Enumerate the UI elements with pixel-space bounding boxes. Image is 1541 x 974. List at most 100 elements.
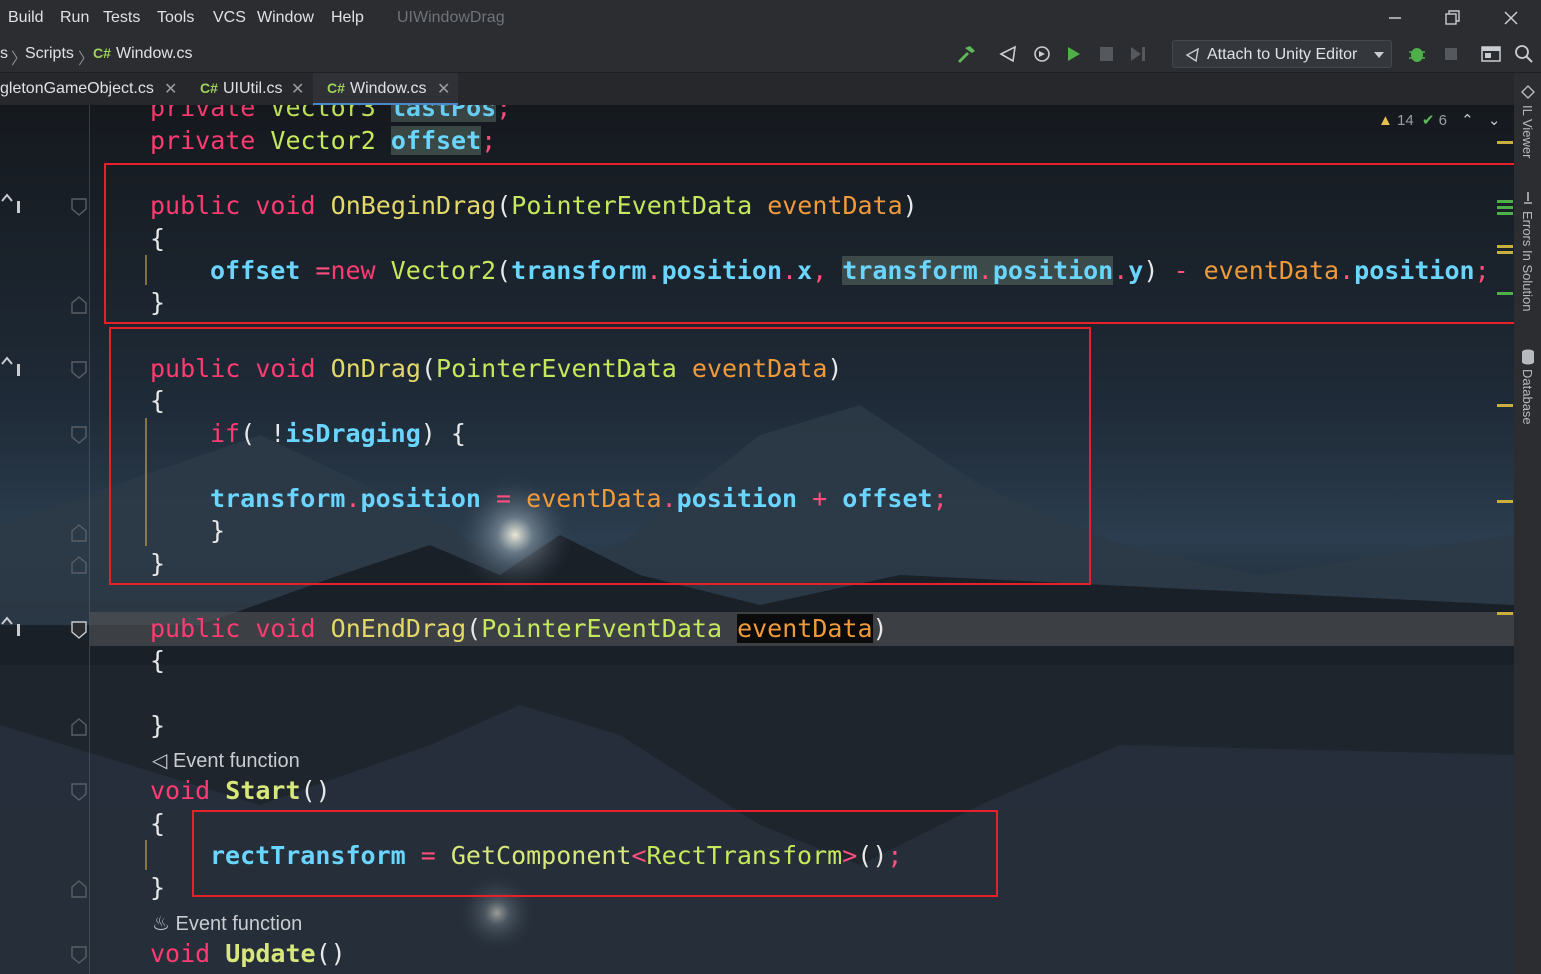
close-icon[interactable] <box>1501 8 1521 28</box>
chevron-down-icon[interactable]: ⌄ <box>1488 112 1501 129</box>
tab-close-icon[interactable]: ✕ <box>164 79 177 99</box>
chevron-down-icon <box>1374 52 1384 58</box>
fold-open-icon[interactable] <box>70 425 88 445</box>
menu-vcs[interactable]: VCS <box>213 9 246 27</box>
build-hammer-icon[interactable] <box>955 44 977 64</box>
stripe-mark[interactable] <box>1497 292 1513 295</box>
code-brace: { <box>150 646 166 675</box>
unity-event-icon: ◁ <box>152 750 168 772</box>
il-viewer-tool[interactable]: IL Viewer <box>1520 105 1535 158</box>
stripe-mark[interactable] <box>1497 404 1513 407</box>
breadcrumb-prefix[interactable]: s <box>0 45 8 63</box>
fold-open-icon[interactable] <box>70 620 88 640</box>
event-function-hint[interactable]: ◁ Event function <box>152 748 300 773</box>
errors-icon <box>1524 192 1532 204</box>
attach-to-unity-dropdown[interactable]: Attach to Unity Editor <box>1172 40 1392 68</box>
annotation-box-start <box>192 810 998 897</box>
check-icon: ✔ <box>1421 112 1435 129</box>
menu-tests[interactable]: Tests <box>103 9 140 27</box>
breadcrumb-separator: 〉 <box>78 51 95 68</box>
refresh-unity-icon[interactable] <box>1031 44 1053 64</box>
layout-icon[interactable] <box>1480 44 1502 64</box>
fold-close-icon[interactable] <box>70 295 88 315</box>
annotation-box-ondrag <box>109 327 1091 585</box>
menu-build[interactable]: Build <box>8 9 44 27</box>
unity-icon[interactable] <box>998 44 1020 64</box>
indent-guide <box>145 840 147 870</box>
right-tool-strip: IL Viewer Errors In Solution Database <box>1514 73 1541 974</box>
debug-bug-icon[interactable] <box>1406 44 1428 64</box>
csharp-file-icon: C# <box>93 45 111 61</box>
code-brace: } <box>150 711 166 740</box>
stop-debug-icon[interactable] <box>1440 44 1462 64</box>
database-tool[interactable]: Database <box>1520 369 1535 425</box>
fold-close-icon[interactable] <box>70 717 88 737</box>
code-line-update-signature: void Update() <box>150 939 346 968</box>
stripe-mark[interactable] <box>1497 212 1513 215</box>
implements-method-icon[interactable] <box>0 191 24 215</box>
event-function-hint[interactable]: ♨ Event function <box>152 911 302 936</box>
chevron-up-icon[interactable]: ⌃ <box>1461 112 1474 129</box>
tab-label: UIUtil.cs <box>223 80 283 97</box>
project-title: UIWindowDrag <box>397 9 505 26</box>
implements-method-icon[interactable] <box>0 614 24 638</box>
fold-open-icon[interactable] <box>70 197 88 217</box>
warning-icon: ▲ <box>1378 112 1393 129</box>
fold-close-icon[interactable] <box>70 523 88 543</box>
attach-label: Attach to Unity Editor <box>1207 46 1358 63</box>
tab-singleton-game-object[interactable]: gletonGameObject.cs ✕ <box>0 73 188 105</box>
code-brace: { <box>150 809 166 838</box>
implements-method-icon[interactable] <box>0 354 24 378</box>
navigation-bar: s 〉 Scripts 〉 C# Window.cs Attach to Uni… <box>0 36 1541 73</box>
menu-window[interactable]: Window <box>257 9 314 27</box>
code-brace: } <box>150 873 166 902</box>
menu-help[interactable]: Help <box>331 9 364 27</box>
annotation-box-onbegindrag <box>104 163 1514 324</box>
code-editor[interactable]: private Vector3 lastPos; private Vector2… <box>0 105 1514 974</box>
code-line-offset-field: private Vector2 offset; <box>150 126 497 155</box>
warning-count: 14 <box>1397 112 1414 129</box>
inspection-widget[interactable]: ▲ 14 ✔ 6 ⌃ ⌄ <box>1378 111 1500 129</box>
editor-tabs: gletonGameObject.cs ✕ C# UIUtil.cs ✕ C# … <box>0 73 1541 105</box>
tab-uiutil[interactable]: C# UIUtil.cs ✕ <box>188 73 313 105</box>
stop-icon[interactable] <box>1095 44 1117 64</box>
stripe-mark[interactable] <box>1497 206 1513 209</box>
stripe-mark[interactable] <box>1497 245 1513 248</box>
unity-logo-icon <box>1185 47 1199 63</box>
run-icon[interactable] <box>1062 44 1084 64</box>
tab-label: gletonGameObject.cs <box>0 80 154 97</box>
tab-window-cs[interactable]: C# Window.cs ✕ <box>313 73 458 105</box>
restore-icon[interactable] <box>1442 8 1462 28</box>
code-line-onenddrag-signature: public void OnEndDrag(PointerEventData e… <box>150 614 888 643</box>
code-line-lastpos: private Vector3 lastPos; <box>150 105 511 124</box>
menu-run[interactable]: Run <box>60 9 89 27</box>
breadcrumb-scripts[interactable]: Scripts <box>25 45 74 63</box>
stripe-mark[interactable] <box>1497 251 1513 254</box>
stripe-mark[interactable] <box>1497 141 1513 144</box>
errors-in-solution-tool[interactable]: Errors In Solution <box>1520 211 1535 311</box>
breadcrumb-window-cs[interactable]: Window.cs <box>116 45 192 63</box>
gutter-divider <box>89 105 90 974</box>
step-icon[interactable] <box>1127 44 1149 64</box>
tab-close-icon[interactable]: ✕ <box>291 79 304 99</box>
stripe-mark[interactable] <box>1497 200 1513 203</box>
csharp-file-icon: C# <box>327 80 345 96</box>
menu-tools[interactable]: Tools <box>157 9 194 27</box>
flame-icon: ♨ <box>152 913 170 935</box>
fold-close-icon[interactable] <box>70 879 88 899</box>
fold-open-icon[interactable] <box>70 945 88 965</box>
menu-bar: Build Run Tests Tools VCS Window Help UI… <box>0 0 1541 36</box>
tab-label: Window.cs <box>350 80 427 97</box>
database-icon <box>1522 349 1534 365</box>
fold-close-icon[interactable] <box>70 555 88 575</box>
csharp-file-icon: C# <box>200 80 218 96</box>
ok-count: 6 <box>1438 112 1447 129</box>
il-viewer-icon <box>1521 85 1535 99</box>
stripe-mark[interactable] <box>1497 612 1513 615</box>
stripe-mark[interactable] <box>1497 500 1513 503</box>
fold-open-icon[interactable] <box>70 782 88 802</box>
tab-close-icon[interactable]: ✕ <box>437 79 450 99</box>
search-icon[interactable] <box>1513 44 1535 64</box>
fold-open-icon[interactable] <box>70 360 88 380</box>
minimize-icon[interactable] <box>1385 8 1405 28</box>
